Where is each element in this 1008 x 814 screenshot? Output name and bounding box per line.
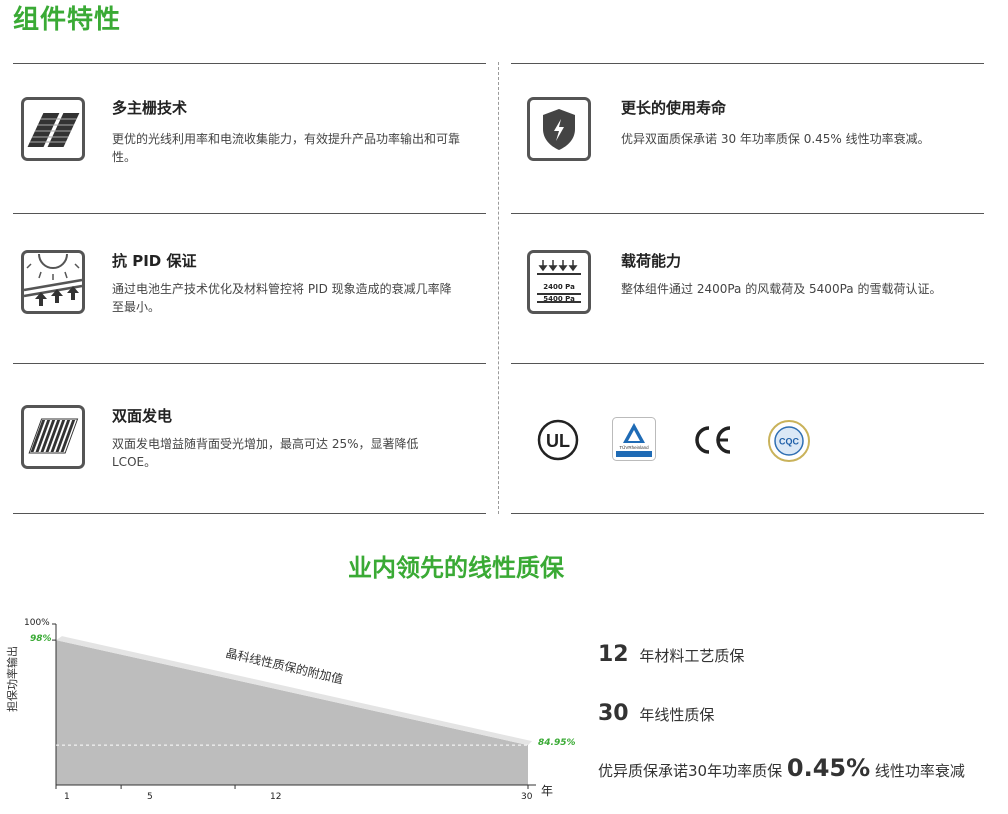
warranty-chart: 100% 98% 84.95% 担保功率输出 晶科线性质保的附加值 1 5 12… <box>0 600 590 810</box>
feature-title: 双面发电 <box>112 407 173 425</box>
divider <box>13 363 486 364</box>
warranty-item-linear: 30 年线性质保 <box>598 701 714 726</box>
feature-description: 通过电池生产技术优化及材料管控将 PID 现象造成的衰减几率降至最小。 <box>112 282 452 314</box>
divider <box>511 213 984 214</box>
start-value-label: 98% <box>30 634 52 644</box>
feature-description: 整体组件通过 2400Pa 的风载荷及 5400Pa 的雪载荷认证。 <box>621 282 942 296</box>
warranty-section-title: 业内领先的线性质保 <box>348 554 564 582</box>
feature-title: 多主栅技术 <box>112 99 188 117</box>
warranty-years: 30 <box>598 701 629 726</box>
column-divider <box>498 62 499 514</box>
y-axis-label: 担保功率输出 <box>6 646 19 712</box>
warranty-years: 12 <box>598 642 629 667</box>
load-capacity-icon: 2400 Pa 5400 Pa <box>527 250 591 314</box>
warranty-text: 优异质保承诺30年功率质保 <box>598 762 783 780</box>
ul-certification-icon: UL <box>537 419 579 461</box>
feature-title: 更长的使用寿命 <box>621 99 727 117</box>
ce-mark-icon <box>690 423 736 457</box>
shield-lightning-icon <box>527 97 591 161</box>
warranty-text: 线性功率衰减 <box>874 762 965 780</box>
cqc-certification-icon: CQC <box>767 419 811 463</box>
svg-text:TÜVRheinland: TÜVRheinland <box>619 444 649 450</box>
svg-text:UL: UL <box>546 431 570 451</box>
multi-busbar-cell-icon <box>21 97 85 161</box>
feature-description: 优异双面质保承诺 30 年功率质保 0.45% 线性功率衰减。 <box>621 132 930 146</box>
anti-pid-sun-icon <box>21 250 85 314</box>
divider <box>511 513 984 514</box>
warranty-text: 年线性质保 <box>639 706 715 724</box>
divider <box>13 213 486 214</box>
warranty-text: 年材料工艺质保 <box>639 647 745 665</box>
x-tick-label: 5 <box>147 792 153 802</box>
x-tick-label: 1 <box>64 792 70 802</box>
divider <box>13 63 486 64</box>
load-label-2400: 2400 Pa <box>543 283 575 291</box>
divider <box>13 513 486 514</box>
x-tick-label: 30 <box>521 792 533 802</box>
x-tick-label: 12 <box>270 792 282 802</box>
load-label-5400: 5400 Pa <box>543 295 575 303</box>
y-top-label: 100% <box>24 618 50 628</box>
bifacial-panel-icon <box>21 405 85 469</box>
page-title: 组件特性 <box>13 5 122 35</box>
warranty-item-degradation: 优异质保承诺30年功率质保 0.45% 线性功率衰减 <box>598 754 965 782</box>
divider <box>511 63 984 64</box>
degradation-rate: 0.45% <box>786 754 871 782</box>
svg-text:CQC: CQC <box>779 437 800 447</box>
feature-description: 更优的光线利用率和电流收集能力，有效提升产品功率输出和可靠性。 <box>112 132 461 164</box>
divider <box>511 363 984 364</box>
feature-title: 载荷能力 <box>621 252 682 270</box>
feature-title: 抗 PID 保证 <box>112 252 197 270</box>
tuv-rheinland-icon: TÜVRheinland <box>612 417 656 461</box>
feature-description: 双面发电增益随背面受光增加，最高可达 25%，显著降低 LCOE。 <box>112 437 419 469</box>
x-unit-label: 年 <box>541 784 554 798</box>
end-value-label: 84.95% <box>538 738 576 748</box>
warranty-item-material: 12 年材料工艺质保 <box>598 642 744 667</box>
